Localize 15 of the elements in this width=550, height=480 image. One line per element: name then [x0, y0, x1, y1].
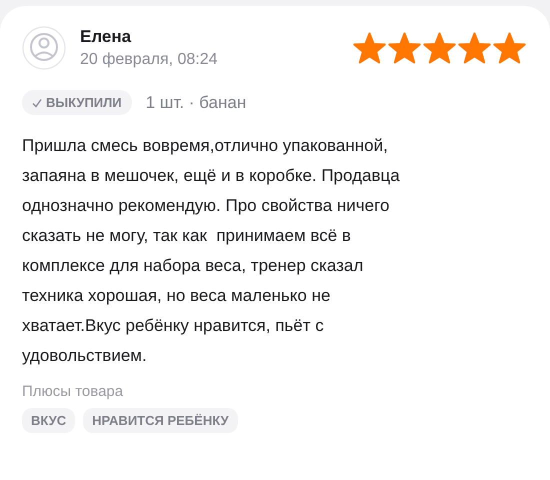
author-name: Елена — [80, 27, 132, 47]
star-icon — [493, 32, 526, 64]
check-icon — [32, 98, 42, 108]
purchased-badge: ВЫКУПИЛИ — [22, 90, 132, 115]
star-icon — [353, 32, 386, 64]
review-date: 20 февраля, 08:24 — [80, 51, 219, 69]
star-icon — [388, 32, 421, 64]
star-icon — [423, 32, 456, 64]
variant-text: 1 шт. · банан — [146, 92, 246, 112]
review-text: Пришла смесь вовремя,отлично упакованной, запаяна в мешочек, ещё и в коробке. Продавца однозначно рекомендую. Про свойства ничего сказать не могу, так как принимаем всё в комплексе для набора веса, тренер сказал техника хорошая, но веса маленько не хватает.Вкус ребёнку нравится, пьёт с удовольствием. — [22, 135, 401, 367]
pros-tag: НРАВИТСЯ РЕБЁНКУ — [83, 408, 238, 433]
avatar-icon — [22, 26, 66, 70]
star-icon — [458, 32, 491, 64]
pros-label: Плюсы товара — [22, 383, 124, 400]
pros-tag: ВКУС — [22, 408, 76, 433]
